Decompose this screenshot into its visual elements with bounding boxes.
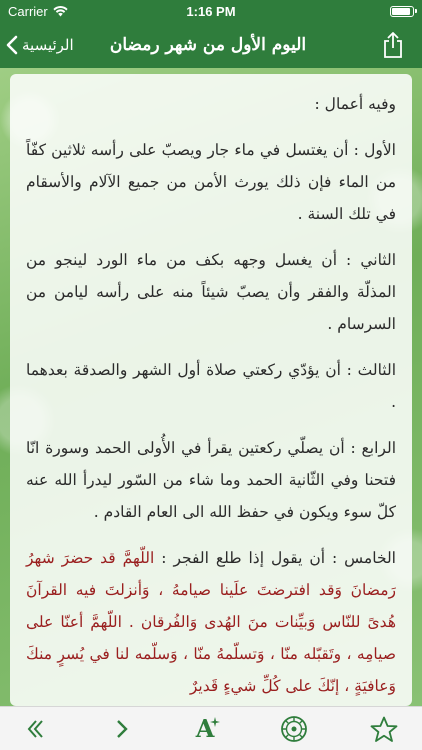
chevron-right-icon [117,720,128,738]
fifth-prayer: اللّهمَّ قد حضرَ شهرُ رَمضانَ وَقد افترض… [26,549,396,695]
status-left: Carrier [8,4,68,19]
bottom-toolbar: A [0,706,422,750]
ornament-button[interactable] [276,711,312,747]
chevron-left-icon [6,35,18,55]
share-button[interactable] [376,28,410,62]
share-icon [384,32,402,58]
navigation-bar: الرئيسية اليوم الأول من شهر رمضان [0,22,422,68]
back-button-label: الرئيسية [22,36,74,54]
paragraph-second: الثاني : أن يغسل وجهه بكف من ماء الورد ل… [26,251,396,333]
paragraph-fifth: الخامس : أن يقول إذا طلع الفجر : اللّهمَ… [26,542,396,702]
page-title: اليوم الأول من شهر رمضان [109,35,307,55]
favorite-button[interactable] [366,711,402,747]
content-panel: وفيه أعمال : الأول : أن يغتسل في ماء جار… [10,74,412,706]
status-bar: Carrier 1:16 PM [0,0,422,22]
paragraph-third: الثالث : أن يؤدّي ركعتي صلاة أول الشهر و… [26,361,396,411]
fifth-intro: الخامس : أن يقول إذا طلع الفجر : [161,549,396,567]
carrier-label: Carrier [8,3,48,19]
chevron-left-icon [27,720,43,738]
wifi-icon [53,5,68,16]
sparkle-icon [210,717,221,727]
intro-text: وفيه أعمال : [314,95,396,113]
battery-icon [390,5,417,17]
star-icon [370,716,398,742]
paragraph-fourth: الرابع : أن يصلّي ركعتين يقرأ في الأُولى… [26,439,396,521]
font-size-button[interactable]: A [190,711,226,747]
battery-level [392,7,410,15]
previous-button[interactable] [18,711,54,747]
next-button[interactable] [104,711,140,747]
paragraph-first: الأول : أن يغتسل في ماء جار ويصبّ على رأ… [26,141,396,223]
back-button[interactable]: الرئيسية [6,22,74,68]
text-scroll-area[interactable]: وفيه أعمال : الأول : أن يغتسل في ماء جار… [10,74,412,702]
ornament-icon [281,716,307,742]
